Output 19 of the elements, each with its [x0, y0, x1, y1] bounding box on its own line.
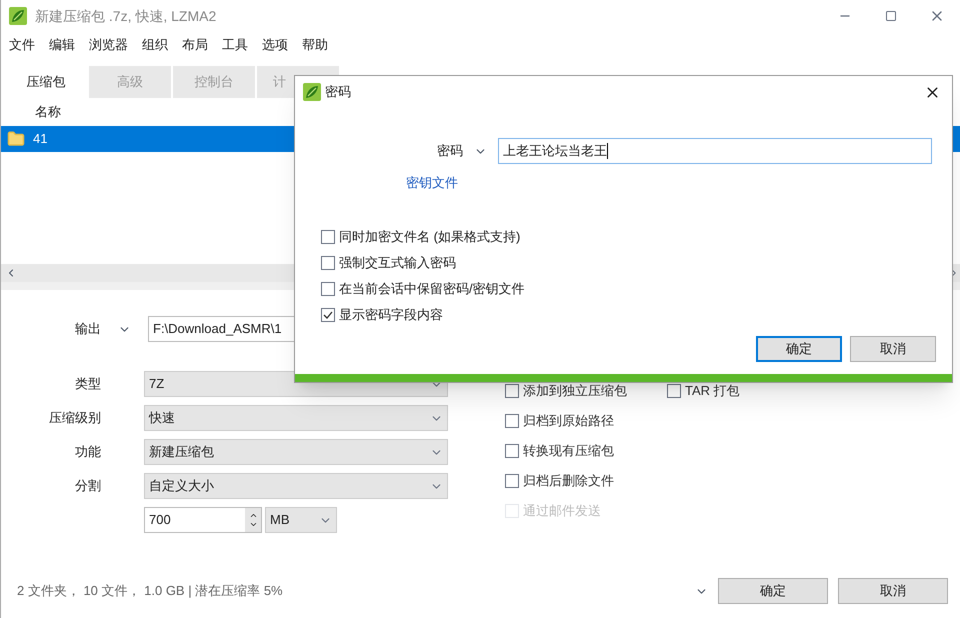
- dialog-title: 密码: [325, 83, 351, 102]
- checkbox-label: 在当前会话中保留密码/密钥文件: [339, 280, 525, 298]
- output-label: 输出: [74, 320, 101, 338]
- window-title: 新建压缩包 .7z, 快速, LZMA2: [35, 6, 216, 26]
- option-label: 类型: [74, 375, 101, 394]
- option-label: 分割: [74, 477, 101, 496]
- checkbox-label: 通过邮件发送: [523, 502, 601, 520]
- checkbox-label: 同时加密文件名 (如果格式支持): [339, 228, 520, 246]
- checkbox-label: 转换现有压缩包: [523, 442, 614, 460]
- option-label: 压缩级别: [48, 409, 101, 428]
- checkbox-label: TAR 打包: [685, 382, 740, 400]
- checkbox-label: 添加到独立压缩包: [523, 382, 627, 400]
- status-text: 2 文件夹， 10 文件， 1.0 GB | 潜在压缩率 5%: [17, 582, 283, 600]
- checkbox-label: 归档后删除文件: [523, 472, 614, 490]
- password-label: 密码: [436, 142, 463, 160]
- option-label: 功能: [74, 443, 101, 462]
- checkbox-label: 强制交互式输入密码: [339, 254, 456, 272]
- checkbox-label: 归档到原始路径: [523, 412, 614, 430]
- checkbox-label: 显示密码字段内容: [339, 306, 443, 324]
